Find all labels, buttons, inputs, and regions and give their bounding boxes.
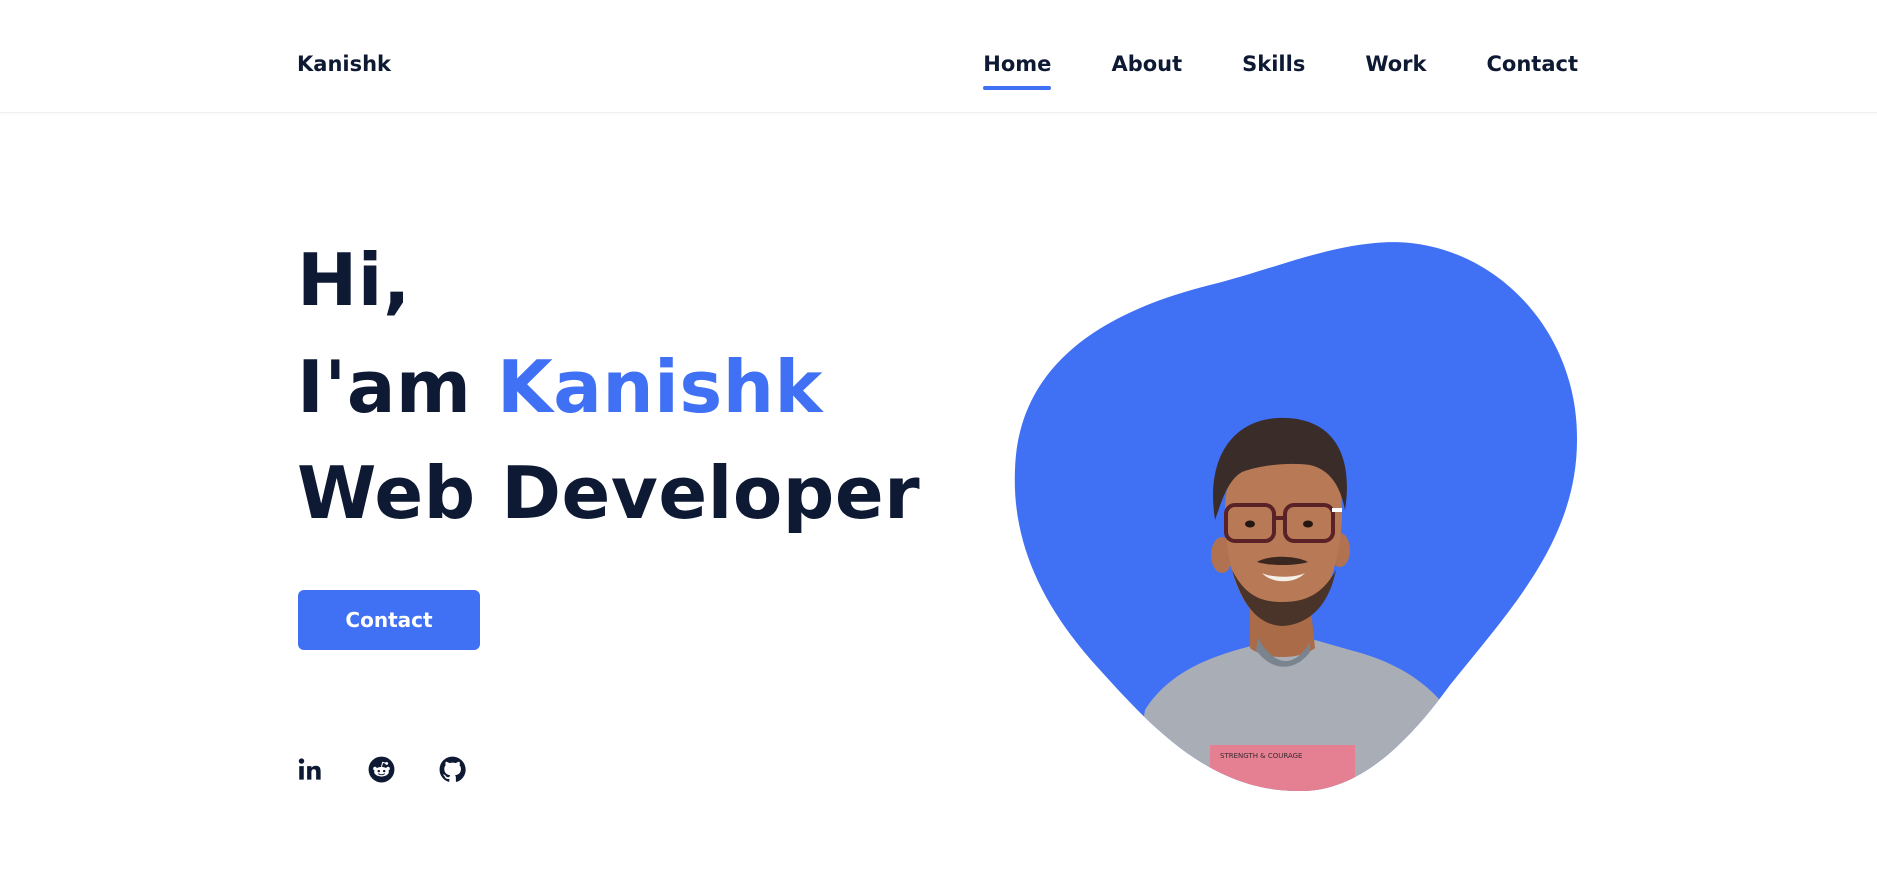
logo-link[interactable]: Kanishk	[297, 52, 391, 76]
hero-greeting: Hi,	[297, 238, 411, 322]
reddit-icon[interactable]	[368, 756, 395, 783]
hero-name: Kanishk	[497, 345, 823, 429]
nav-contact[interactable]: Contact	[1487, 52, 1579, 76]
hero-role: Web Developer	[297, 451, 921, 535]
hero-intro-prefix: I'am	[297, 345, 498, 429]
hero-intro: I'am Kanishk	[297, 351, 823, 423]
nav-skills[interactable]: Skills	[1242, 52, 1305, 76]
contact-button[interactable]: Contact	[298, 590, 480, 650]
profile-image-blob: STRENGTH & COURAGE	[1010, 240, 1580, 795]
shirt-print: STRENGTH & COURAGE	[1220, 752, 1302, 760]
github-icon[interactable]	[439, 756, 466, 783]
nav-work[interactable]: Work	[1365, 52, 1426, 76]
nav-home[interactable]: Home	[983, 52, 1052, 90]
social-links	[297, 756, 466, 783]
nav-about[interactable]: About	[1111, 52, 1182, 76]
linkedin-icon[interactable]	[297, 756, 324, 783]
main-nav: Home About Skills Work Contact	[983, 52, 1579, 90]
site-header: Kanishk Home About Skills Work Contact	[0, 0, 1877, 113]
